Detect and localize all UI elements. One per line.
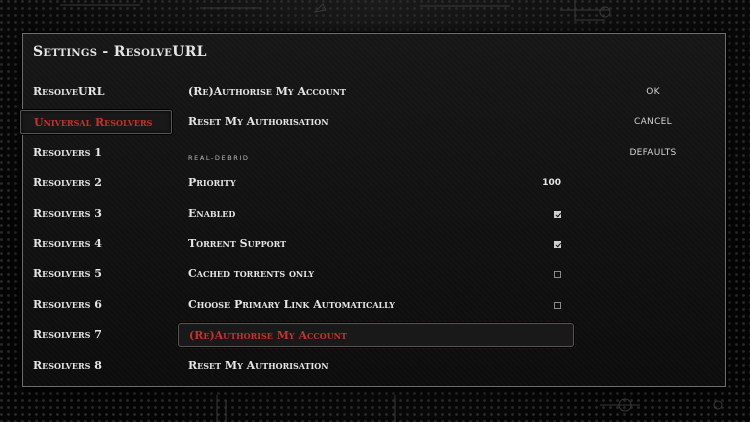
enabled-setting[interactable]: Enabled	[188, 202, 564, 226]
cached-torrents-checkbox-icon[interactable]	[554, 271, 561, 278]
priority-setting[interactable]: Priority	[188, 171, 564, 195]
torrent-support-setting[interactable]: Torrent Support	[188, 232, 564, 256]
cancel-button[interactable]: CANCEL	[603, 110, 703, 134]
reset-authorisation-button[interactable]: Reset My Authorisation	[188, 354, 564, 378]
settings-dialog: Settings - ResolveURL ResolveURL Univers…	[20, 33, 726, 387]
priority-label: Priority	[188, 176, 236, 189]
cached-torrents-setting[interactable]: Cached torrents only	[188, 262, 564, 286]
category-resolvers-7[interactable]: Resolvers 7	[33, 323, 173, 347]
defaults-button[interactable]: DEFAULTS	[603, 141, 703, 165]
category-resolvers-8[interactable]: Resolvers 8	[33, 354, 173, 378]
enabled-checkbox-icon[interactable]	[554, 211, 561, 218]
category-resolvers-1[interactable]: Resolvers 1	[33, 141, 173, 165]
category-universal-resolvers[interactable]: Universal Resolvers	[20, 110, 172, 134]
category-resolveurl[interactable]: ResolveURL	[33, 80, 173, 104]
ok-button[interactable]: OK	[603, 80, 703, 104]
enabled-label: Enabled	[188, 207, 236, 220]
choose-primary-link-label: Choose Primary Link Automatically	[188, 298, 395, 311]
cached-torrents-label: Cached torrents only	[188, 267, 315, 280]
reauthorise-account-top[interactable]: (Re)Authorise My Account	[188, 80, 564, 104]
choose-primary-link-checkbox-icon[interactable]	[554, 302, 561, 309]
reauthorise-account-button[interactable]: (Re)Authorise My Account	[178, 323, 574, 347]
category-resolvers-6[interactable]: Resolvers 6	[33, 293, 173, 317]
category-resolvers-2[interactable]: Resolvers 2	[33, 171, 173, 195]
priority-value: 100	[542, 178, 561, 188]
section-header-real-debrid: REAL-DEBRID	[188, 154, 250, 162]
choose-primary-link-setting[interactable]: Choose Primary Link Automatically	[188, 293, 564, 317]
torrent-support-label: Torrent Support	[188, 237, 287, 250]
torrent-support-checkbox-icon[interactable]	[554, 241, 561, 248]
dialog-title: Settings - ResolveURL	[33, 44, 207, 60]
category-resolvers-5[interactable]: Resolvers 5	[33, 262, 173, 286]
reset-authorisation-top[interactable]: Reset My Authorisation	[188, 110, 564, 134]
category-resolvers-4[interactable]: Resolvers 4	[33, 232, 173, 256]
category-resolvers-3[interactable]: Resolvers 3	[33, 202, 173, 226]
